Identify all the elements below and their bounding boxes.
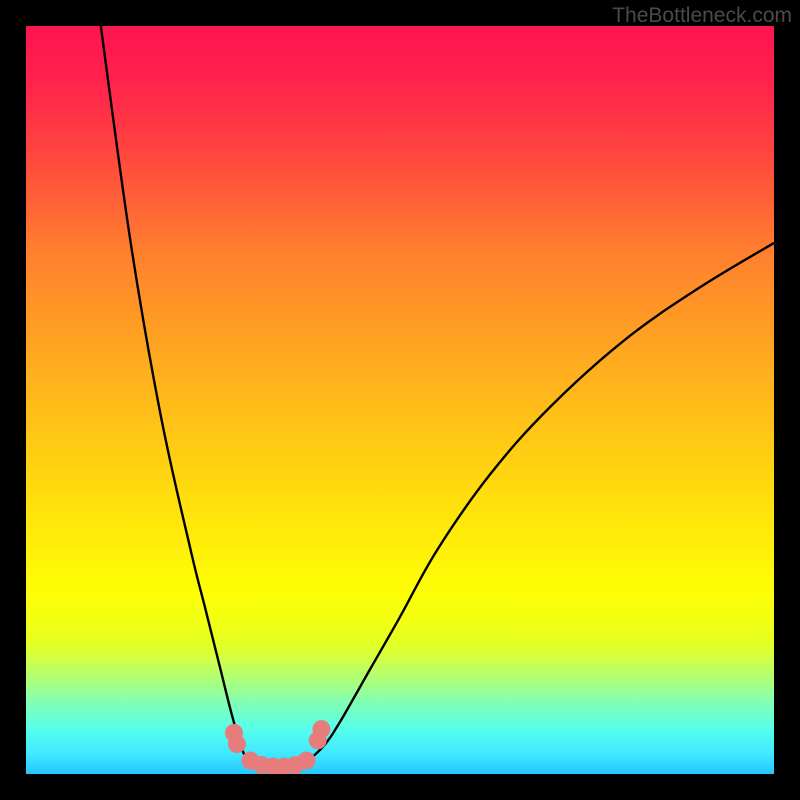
marker-point <box>312 720 330 738</box>
chart-area <box>26 26 774 774</box>
plot-svg <box>26 26 774 774</box>
marker-point <box>228 735 246 753</box>
marker-point <box>298 752 316 770</box>
curve-left-curve <box>101 26 251 759</box>
curve-right-curve <box>310 243 774 759</box>
watermark-text: TheBottleneck.com <box>612 4 792 28</box>
